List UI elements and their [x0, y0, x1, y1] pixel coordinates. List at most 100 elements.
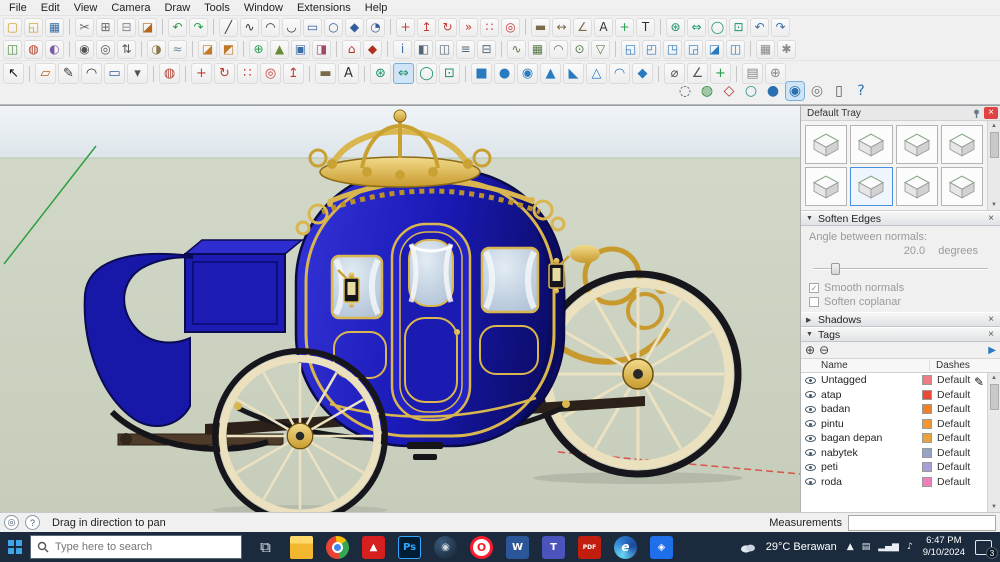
- menu-item-camera[interactable]: Camera: [104, 1, 157, 15]
- zoom-icon[interactable]: ◯: [708, 17, 727, 37]
- scroll-up-icon[interactable]: ▲: [991, 121, 997, 131]
- edge-icon[interactable]: e: [614, 535, 637, 559]
- cut-icon[interactable]: ✂: [75, 17, 94, 37]
- column-dashes[interactable]: Dashes: [930, 360, 1000, 371]
- menu-item-view[interactable]: View: [67, 1, 105, 15]
- prism-solid-icon[interactable]: ◆: [632, 63, 653, 84]
- box-solid-icon[interactable]: ■: [471, 63, 492, 84]
- photo-texture-icon[interactable]: ▣: [291, 39, 310, 59]
- tray-close-button[interactable]: ×: [984, 107, 998, 119]
- tag-visible-eye-icon[interactable]: [805, 391, 816, 399]
- menu-item-window[interactable]: Window: [237, 1, 290, 15]
- orbit-icon[interactable]: ⊛: [666, 17, 685, 37]
- line-icon[interactable]: ╱: [219, 17, 238, 37]
- scroll-down-icon[interactable]: ▼: [991, 200, 997, 210]
- taskbar-search[interactable]: [30, 535, 242, 559]
- wedge-solid-icon[interactable]: ◣: [563, 63, 584, 84]
- look-around-icon[interactable]: ◎: [96, 39, 115, 59]
- task-view-icon[interactable]: ⧉: [254, 536, 277, 559]
- close-icon[interactable]: ×: [985, 314, 997, 325]
- tag-visible-eye-icon[interactable]: [805, 405, 816, 413]
- close-icon[interactable]: ×: [985, 329, 997, 340]
- x-ray-icon[interactable]: ◌: [676, 82, 694, 100]
- section-plane-icon[interactable]: ◪: [198, 39, 217, 59]
- save-file-icon[interactable]: ▦: [45, 17, 64, 37]
- redo-icon[interactable]: ↷: [189, 17, 208, 37]
- action-center-icon[interactable]: 3: [975, 539, 998, 559]
- style-thumbnail-1[interactable]: [805, 125, 848, 164]
- solid-intersect-icon[interactable]: ◰: [642, 39, 661, 59]
- text-icon[interactable]: A: [594, 17, 613, 37]
- tag-dashes[interactable]: Default: [937, 418, 985, 430]
- style-thumbnail-3[interactable]: [895, 125, 938, 164]
- pyramid-solid-icon[interactable]: △: [586, 63, 607, 84]
- polygon-icon[interactable]: ◆: [345, 17, 364, 37]
- search-input[interactable]: [55, 541, 235, 553]
- soften-edges-header[interactable]: ▼ Soften Edges ×: [801, 211, 1000, 226]
- fog-icon[interactable]: ≈: [168, 39, 187, 59]
- from-scratch-icon[interactable]: ▦: [528, 39, 547, 59]
- tags-details-arrow-icon[interactable]: ▶: [988, 345, 996, 356]
- tag-visible-eye-icon[interactable]: [805, 376, 816, 384]
- components-icon[interactable]: ◫: [435, 39, 454, 59]
- monochrome-icon[interactable]: ◎: [808, 82, 826, 100]
- pan-icon[interactable]: ⇔: [687, 17, 706, 37]
- 3d-warehouse-icon[interactable]: ⌂: [342, 39, 361, 59]
- chrome-icon[interactable]: [326, 535, 349, 559]
- remove-tag-button[interactable]: ⊖: [819, 343, 829, 357]
- pdf-reader-icon[interactable]: PDF: [578, 535, 601, 559]
- walk-icon[interactable]: ⇅: [117, 39, 136, 59]
- outer-shell-icon[interactable]: ◱: [621, 39, 640, 59]
- word-icon[interactable]: W: [506, 535, 529, 559]
- tag-color-swatch[interactable]: [922, 375, 932, 386]
- pencil-tool-icon[interactable]: ✎: [58, 63, 79, 84]
- tape-measure-icon[interactable]: ▬: [531, 17, 550, 37]
- tag-color-swatch[interactable]: [922, 476, 932, 487]
- rotate-icon[interactable]: ↻: [438, 17, 457, 37]
- arc-tool-icon[interactable]: ◠: [81, 63, 102, 84]
- drape-icon[interactable]: ▽: [591, 39, 610, 59]
- column-name[interactable]: Name: [801, 360, 930, 371]
- protractor-icon[interactable]: ∠: [573, 17, 592, 37]
- tag-row[interactable]: pintu Default: [801, 417, 987, 432]
- sphere-solid-icon[interactable]: ◉: [517, 63, 538, 84]
- previous-view-icon[interactable]: ↶: [750, 17, 769, 37]
- photoshop-icon[interactable]: Ps: [398, 535, 421, 559]
- chevron-up-icon[interactable]: ▲: [847, 542, 854, 552]
- tags-header[interactable]: ▼ Tags ×: [801, 327, 1000, 342]
- cone-solid-icon[interactable]: ▲: [540, 63, 561, 84]
- offset-icon[interactable]: ◎: [501, 17, 520, 37]
- menu-item-help[interactable]: Help: [358, 1, 395, 15]
- shadows-toggle-icon[interactable]: ◑: [147, 39, 166, 59]
- acrobat-icon[interactable]: ▲: [362, 535, 385, 559]
- shapes-dropdown-icon[interactable]: ▾: [127, 63, 148, 84]
- push-pull-icon[interactable]: ↥: [417, 17, 436, 37]
- shaded-textures-icon[interactable]: ◉: [785, 81, 805, 101]
- solid-trim-icon[interactable]: ◪: [705, 39, 724, 59]
- undo-icon[interactable]: ↶: [168, 17, 187, 37]
- tag-visible-eye-icon[interactable]: [805, 420, 816, 428]
- tape-tool-icon[interactable]: ▬: [315, 63, 336, 84]
- tag-dashes[interactable]: Default: [937, 447, 985, 459]
- dimension-icon[interactable]: ↔: [552, 17, 571, 37]
- help-icon[interactable]: ?: [25, 515, 40, 530]
- measurements-input[interactable]: [848, 514, 996, 531]
- menu-item-tools[interactable]: Tools: [197, 1, 237, 15]
- smoove-icon[interactable]: ◠: [549, 39, 568, 59]
- follow-me-icon[interactable]: »: [459, 17, 478, 37]
- tag-color-swatch[interactable]: [922, 404, 932, 415]
- network-icon[interactable]: ▂▄▆: [878, 542, 899, 552]
- settings-gear-icon[interactable]: ✱: [777, 39, 796, 59]
- tag-visible-eye-icon[interactable]: [805, 434, 816, 442]
- tag-row[interactable]: bagan depan Default: [801, 431, 987, 446]
- tag-row[interactable]: badan Default: [801, 402, 987, 417]
- touch-keyboard-icon[interactable]: ▤: [862, 542, 871, 552]
- grid-icon[interactable]: ▦: [756, 39, 775, 59]
- move-tool-icon[interactable]: +: [191, 63, 212, 84]
- paint-bucket-icon[interactable]: ◍: [24, 39, 43, 59]
- tag-color-swatch[interactable]: [922, 389, 932, 400]
- tag-dashes[interactable]: Default: [937, 432, 985, 444]
- zoom-tool-icon[interactable]: ◯: [416, 63, 437, 84]
- zoom-extents-icon[interactable]: ⊡: [729, 17, 748, 37]
- start-button[interactable]: [0, 532, 30, 562]
